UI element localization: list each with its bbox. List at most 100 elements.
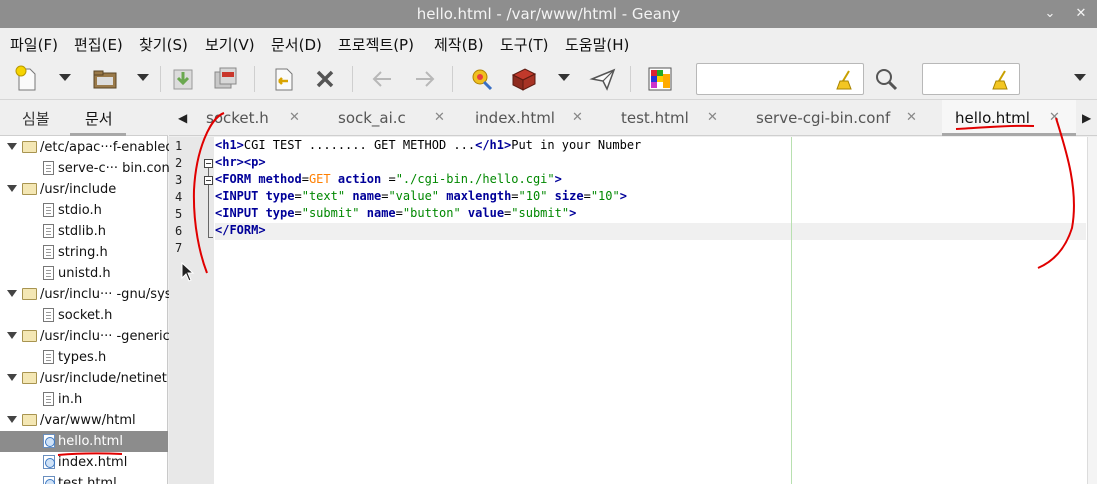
menu-document[interactable]: 문서(D)	[271, 34, 322, 55]
code-token-attr: name	[352, 189, 382, 203]
tree-folder[interactable]: /usr/include/netinet	[0, 368, 168, 389]
menu-view[interactable]: 보기(V)	[205, 34, 255, 55]
tree-file[interactable]: in.h	[0, 389, 168, 410]
tab-socket-h[interactable]: socket.h ✕	[194, 100, 334, 136]
tab-index-html[interactable]: index.html ✕	[472, 100, 610, 136]
code-token-tag: </h1>	[475, 138, 512, 152]
code-editor[interactable]: 1 2 3 4 5 6 7 <h1>CGI TEST ........ GET METHOD…	[169, 137, 1097, 484]
build-icon[interactable]	[508, 64, 538, 94]
code-line[interactable]: <INPUT type="text" name="value" maxlengt…	[215, 189, 627, 206]
menu-project[interactable]: 프로젝트(P)	[338, 34, 414, 55]
tree-folder[interactable]: /usr/include	[0, 179, 168, 200]
code-token-text: =	[583, 189, 591, 203]
line-number: 3	[175, 173, 183, 187]
new-file-dropdown-icon[interactable]	[59, 74, 71, 81]
minimize-button[interactable]: ⌄	[1040, 4, 1060, 24]
save-icon[interactable]	[168, 64, 198, 94]
open-file-dropdown-icon[interactable]	[137, 74, 149, 81]
expand-arrow-icon[interactable]	[7, 143, 17, 150]
tree-folder[interactable]: /var/www/html	[0, 410, 168, 431]
expand-arrow-icon[interactable]	[7, 332, 17, 339]
tab-symbols[interactable]: 심볼	[22, 108, 50, 129]
fold-toggle-icon[interactable]	[204, 159, 213, 168]
tab-label: socket.h	[206, 109, 269, 127]
tab-close-icon[interactable]: ✕	[906, 110, 917, 125]
tree-file[interactable]: unistd.h	[0, 263, 168, 284]
code-line[interactable]: <hr><p>	[215, 155, 266, 172]
menu-tools[interactable]: 도구(T)	[500, 34, 548, 55]
search-icon[interactable]	[871, 64, 901, 94]
expand-arrow-icon[interactable]	[7, 374, 17, 381]
tab-scroll-left-button[interactable]: ◀	[178, 111, 187, 125]
tree-file[interactable]: hello.html	[0, 431, 168, 452]
open-file-icon[interactable]	[90, 64, 120, 94]
code-token-tag: <FORM	[215, 172, 259, 186]
menu-file[interactable]: 파일(F)	[10, 34, 58, 55]
tab-documents[interactable]: 문서	[85, 108, 113, 129]
code-line[interactable]: <FORM method=GET action ="./cgi-bin./hel…	[215, 172, 562, 189]
expand-arrow-icon[interactable]	[7, 290, 17, 297]
save-all-icon[interactable]	[210, 64, 240, 94]
tab-close-icon[interactable]: ✕	[707, 110, 718, 125]
close-icon[interactable]	[310, 64, 340, 94]
menu-search[interactable]: 찾기(S)	[139, 34, 188, 55]
tree-file[interactable]: test.html	[0, 473, 168, 484]
code-line[interactable]: </FORM>	[215, 223, 1086, 240]
close-window-button[interactable]: ✕	[1071, 4, 1091, 24]
code-token-attr: size	[554, 189, 584, 203]
code-token-attr: maxlength	[446, 189, 512, 203]
tab-scroll-right-button[interactable]: ▶	[1082, 111, 1091, 125]
tree-folder[interactable]: /etc/apac···f-enabled	[0, 137, 174, 158]
tree-folder[interactable]: /usr/inclu··· -generic	[0, 326, 170, 347]
tab-sock-ai-c[interactable]: sock_ai.c ✕	[334, 100, 472, 136]
tree-file[interactable]: socket.h	[0, 305, 168, 326]
tab-serve-cgi-bin-conf[interactable]: serve-cgi-bin.conf ✕	[748, 100, 942, 136]
menu-build[interactable]: 제작(B)	[434, 34, 484, 55]
toolbar-overflow-icon[interactable]	[1074, 74, 1086, 81]
tab-close-icon[interactable]: ✕	[572, 110, 583, 125]
compile-icon[interactable]	[466, 64, 496, 94]
editor-tab-bar: ◀ socket.h ✕ sock_ai.c ✕ index.html ✕ te…	[169, 100, 1097, 136]
expand-arrow-icon[interactable]	[7, 416, 17, 423]
forward-icon[interactable]	[410, 64, 440, 94]
tree-file[interactable]: stdio.h	[0, 200, 168, 221]
long-line-marker	[791, 137, 792, 484]
clear-goto-icon[interactable]	[991, 69, 1011, 91]
build-dropdown-icon[interactable]	[558, 74, 570, 81]
tab-close-icon[interactable]: ✕	[289, 110, 300, 125]
search-input[interactable]	[696, 63, 864, 95]
code-token-str: "button"	[402, 206, 461, 220]
code-line[interactable]: <h1>CGI TEST ........ GET METHOD ...</h1…	[215, 138, 641, 155]
execute-icon[interactable]	[588, 64, 618, 94]
tab-close-icon[interactable]: ✕	[1049, 110, 1060, 125]
tab-close-icon[interactable]: ✕	[434, 110, 445, 125]
goto-line-input[interactable]	[922, 63, 1020, 95]
code-line[interactable]: <INPUT type="submit" name="button" value…	[215, 206, 576, 223]
code-token-attr: value	[467, 206, 505, 220]
clear-search-icon[interactable]	[835, 69, 855, 91]
file-icon	[43, 161, 54, 175]
code-token-attr: action	[337, 172, 382, 186]
tree-file[interactable]: stdlib.h	[0, 221, 168, 242]
color-chooser-icon[interactable]	[645, 64, 675, 94]
tree-item-label: /usr/inclu··· -generic	[40, 329, 170, 344]
tree-file[interactable]: index.html	[0, 452, 168, 473]
expand-arrow-icon[interactable]	[7, 185, 17, 192]
new-file-icon[interactable]	[12, 64, 42, 94]
vertical-scrollbar[interactable]	[1087, 137, 1097, 484]
revert-icon[interactable]	[268, 64, 298, 94]
menu-edit[interactable]: 편집(E)	[74, 34, 123, 55]
tab-hello-html[interactable]: hello.html ✕	[942, 100, 1076, 136]
code-token-kw: GET	[308, 172, 331, 186]
code-token-tag: <h1>	[215, 138, 244, 152]
html-file-icon	[43, 455, 55, 469]
fold-toggle-icon[interactable]	[204, 176, 213, 185]
back-icon[interactable]	[367, 64, 397, 94]
tree-file[interactable]: serve-c··· bin.conf	[0, 158, 174, 179]
menu-help[interactable]: 도움말(H)	[565, 34, 629, 55]
tree-file[interactable]: string.h	[0, 242, 168, 263]
tree-file[interactable]: types.h	[0, 347, 168, 368]
tree-folder[interactable]: /usr/inclu··· -gnu/sys	[0, 284, 172, 305]
tab-test-html[interactable]: test.html ✕	[610, 100, 748, 136]
